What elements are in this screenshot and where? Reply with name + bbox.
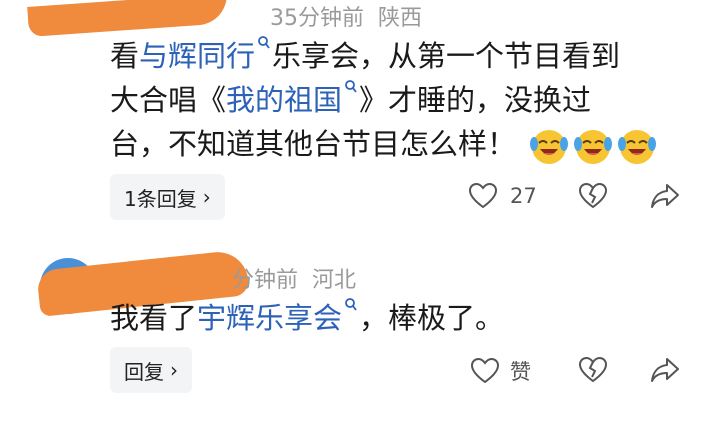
share-arrow-icon (651, 358, 679, 382)
dislike-button[interactable] (578, 356, 608, 388)
chevron-right-icon: › (170, 358, 178, 382)
search-icon[interactable] (344, 296, 358, 316)
comment-time: 35分钟前 (270, 6, 364, 31)
laughing-crying-emoji-icon (530, 130, 569, 164)
comment-meta: 35分钟前 陕西 (270, 0, 436, 32)
comment-line: 大合唱《我的祖国 》才睡的，没换过 (110, 78, 710, 122)
comment-meta: 分钟前 河北 (232, 262, 370, 294)
search-icon[interactable] (344, 78, 358, 98)
comment-text: 我看了宇辉乐享会 ，棒极了。 (110, 296, 710, 340)
share-button[interactable] (650, 356, 680, 388)
like-button[interactable]: 27 (468, 182, 537, 210)
laughing-crying-emoji-icon (574, 130, 613, 164)
comment-location: 河北 (312, 268, 357, 293)
view-replies-button[interactable]: 1条回复 › (110, 174, 225, 220)
like-count: 27 (510, 184, 537, 208)
topic-link-yuhui[interactable]: 与辉同行 (139, 39, 255, 73)
comment-line: 台，不知道其他台节目怎么样！ (110, 122, 710, 166)
reply-label: 回复 (124, 359, 164, 384)
share-arrow-icon (651, 184, 679, 208)
comment-time: 分钟前 (232, 268, 299, 293)
heart-icon (468, 182, 498, 209)
comment-text: 看与辉同行 乐享会，从第一个节目看到 大合唱《我的祖国 》才睡的，没换过 台，不知道… (110, 34, 710, 166)
broken-heart-icon (578, 182, 608, 209)
chevron-right-icon: › (202, 185, 211, 209)
like-label: 赞 (510, 360, 531, 384)
dislike-button[interactable] (578, 182, 608, 214)
laughing-crying-emoji-icon (618, 130, 657, 164)
reply-label: 1条回复 (124, 186, 197, 211)
broken-heart-icon (578, 356, 608, 383)
comment-location: 陕西 (378, 6, 423, 31)
share-button[interactable] (650, 182, 680, 214)
topic-link-yuhui-event[interactable]: 宇辉乐享会 (197, 301, 342, 335)
heart-icon (470, 357, 500, 384)
search-icon[interactable] (257, 34, 271, 54)
comment-line: 看与辉同行 乐享会，从第一个节目看到 (110, 34, 710, 78)
topic-link-motherland[interactable]: 我的祖国 (226, 83, 342, 117)
like-button[interactable]: 赞 (470, 356, 531, 386)
redacted-avatar-username (27, 0, 229, 37)
reply-button[interactable]: 回复 › (110, 347, 192, 393)
